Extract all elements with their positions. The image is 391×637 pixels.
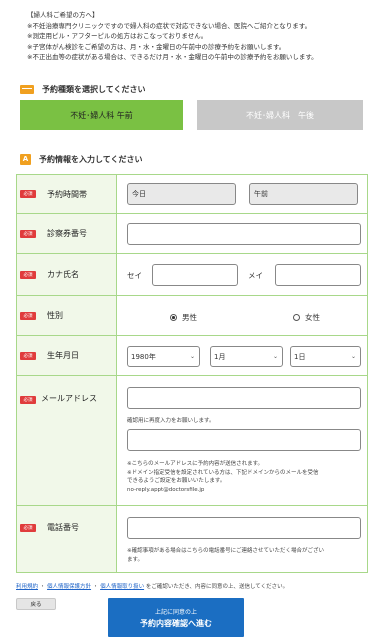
required-badge: 必須 <box>20 190 36 198</box>
row-cell: 男性 女性 <box>117 296 367 335</box>
birth-month-select[interactable]: 1月 ⌄ <box>210 346 283 367</box>
row-card-number: 必須 診察券番号 <box>17 214 367 254</box>
label-birth-date: 生年月日 <box>47 351 79 360</box>
separator: ・ <box>39 584 46 590</box>
gender-female-radio[interactable]: 女性 <box>293 312 320 323</box>
row-cell: 1980年 ⌄ 1月 ⌄ 1日 ⌄ <box>117 336 367 375</box>
birth-day-value: 1日 <box>294 352 306 361</box>
gender-male-radio[interactable]: 男性 <box>170 312 197 323</box>
row-gender: 必須 性別 男性 女性 <box>17 296 367 336</box>
row-birth-date: 必須 生年月日 1980年 ⌄ 1月 ⌄ 1日 ⌄ <box>17 336 367 376</box>
row-cell: 今日 午前 <box>117 175 367 213</box>
notice-heading: 【婦人科ご希望の方へ】 <box>27 11 99 19</box>
privacy-policy-link[interactable]: 個人情報保護方針 <box>47 584 91 590</box>
phone-note-line: ます。 <box>127 556 143 563</box>
submit-button[interactable]: 上記に同意の上 予約内容確認へ進む <box>108 598 244 637</box>
chevron-down-icon: ⌄ <box>189 353 195 360</box>
privacy-handling-link[interactable]: 個人情報取り扱い <box>100 584 144 590</box>
phone-input[interactable] <box>127 517 361 539</box>
row-cell: ※確認事項がある場合はこちらの電話番号にご連絡させていただく場合がござい ます。 <box>117 506 367 572</box>
chevron-down-icon: ⌄ <box>272 353 278 360</box>
row-kana-name: 必須 カナ氏名 セイ メイ <box>17 254 367 296</box>
notice-line: ※測定用ピル・アフターピルの処方はおこなっておりません。 <box>27 32 208 40</box>
row-label: 必須 生年月日 <box>17 336 117 375</box>
mei-input[interactable] <box>275 264 361 286</box>
required-badge: 必須 <box>20 311 36 320</box>
radio-empty-icon <box>293 314 300 321</box>
row-label: 必須 性別 <box>17 296 117 335</box>
row-label: 必須 電話番号 <box>17 506 117 572</box>
date-readonly: 今日 <box>127 183 236 205</box>
email-input[interactable] <box>127 387 361 409</box>
row-cell: 確認用に再度入力をお願いします。 ※こちらのメールアドレスに予約内容が送信されま… <box>117 376 367 505</box>
type-button-afternoon[interactable]: 不妊･婦人科 午後 <box>197 100 363 130</box>
notice-line: ※不正出血等の症状がある場合は、できるだけ月・水・金曜日の午前中の診療予約をお願… <box>27 53 318 61</box>
consent-text: 利用規約 ・ 個人情報保護方針 ・ 個人情報取り扱い をご確認いただき、内容に同… <box>16 582 288 590</box>
type-button-morning[interactable]: 不妊･婦人科 午前 <box>20 100 183 130</box>
required-badge: 必須 <box>20 270 36 279</box>
email-note-line: ※こちらのメールアドレスに予約内容が送信されます。 <box>127 461 264 467</box>
email-note-line: ※ドメイン指定受信を設定されている方は、下記ドメインからのメールを受信 <box>127 469 319 476</box>
row-label: 必須 カナ氏名 <box>17 254 117 295</box>
row-label: 必須 診察券番号 <box>17 214 117 253</box>
label-phone: 電話番号 <box>47 523 79 532</box>
section-title: 予約種類を選択してください <box>42 84 146 94</box>
letter-a-icon: A <box>20 153 31 165</box>
consent-tail: をご確認いただき、内容に同意の上、送信してください。 <box>145 584 289 590</box>
section-reservation-type: 予約種類を選択してください <box>20 82 146 96</box>
email-note-line: できるようご設定をお願いいたします。 <box>127 478 226 484</box>
card-number-input[interactable] <box>127 223 361 245</box>
label-email: メールアドレス <box>41 394 97 403</box>
row-time-slot: 必須 予約時間帯 今日 午前 <box>17 175 367 214</box>
required-badge: 必須 <box>20 524 36 532</box>
label-kana-name: カナ氏名 <box>47 270 79 279</box>
section-reservation-info: A 予約情報を入力してください <box>20 152 143 166</box>
row-label: 必須 予約時間帯 <box>17 175 117 213</box>
reservation-form: 必須 予約時間帯 今日 午前 必須 診察券番号 必須 カナ氏名 セイ メイ 必須… <box>16 174 368 573</box>
terms-link[interactable]: 利用規約 <box>16 584 38 590</box>
card-icon <box>20 84 34 94</box>
label-card-number: 診察券番号 <box>47 229 87 238</box>
email-note-line: no-reply.appt@doctorsfile.jp <box>127 486 205 493</box>
row-cell <box>117 214 367 253</box>
label-gender: 性別 <box>47 311 63 320</box>
row-phone: 必須 電話番号 ※確認事項がある場合はこちらの電話番号にご連絡させていただく場合… <box>17 506 367 572</box>
row-email: 必須 メールアドレス 確認用に再度入力をお願いします。 ※こちらのメールアドレス… <box>17 376 367 506</box>
label-time-slot: 予約時間帯 <box>47 189 87 199</box>
email-confirm-note: 確認用に再度入力をお願いします。 <box>127 418 215 424</box>
separator: ・ <box>92 584 99 590</box>
notice-block: 【婦人科ご希望の方へ】 ※不妊治療専門クリニックですので婦人科の症状で対応できな… <box>27 10 382 63</box>
radio-selected-icon <box>170 314 177 321</box>
notice-line: ※不妊治療専門クリニックですので婦人科の症状で対応できない場合、医院へご紹介とな… <box>27 21 312 30</box>
chevron-down-icon: ⌄ <box>350 353 356 360</box>
phone-notes: ※確認事項がある場合はこちらの電話番号にご連絡させていただく場合がござい ます。 <box>127 547 367 564</box>
birth-day-select[interactable]: 1日 ⌄ <box>290 346 361 367</box>
email-notes: ※こちらのメールアドレスに予約内容が送信されます。 ※ドメイン指定受信を設定され… <box>127 460 367 494</box>
birth-year-select[interactable]: 1980年 ⌄ <box>127 346 200 367</box>
mei-label: メイ <box>248 271 263 280</box>
section-title: 予約情報を入力してください <box>39 154 143 164</box>
required-badge: 必須 <box>20 229 36 238</box>
required-badge: 必須 <box>20 396 36 404</box>
birth-year-value: 1980年 <box>131 352 156 361</box>
email-confirm-input[interactable] <box>127 429 361 451</box>
submit-line1: 上記に同意の上 <box>154 608 197 616</box>
gender-female-label: 女性 <box>305 313 320 322</box>
gender-male-label: 男性 <box>182 313 197 322</box>
row-cell: セイ メイ <box>117 254 367 295</box>
required-badge: 必須 <box>20 351 36 360</box>
phone-note-line: ※確認事項がある場合はこちらの電話番号にご連絡させていただく場合がござい <box>127 548 325 554</box>
notice-line: ※子宮体がん検診をご希望の方は、月・水・金曜日の午前中の診療予約をお願いします。 <box>27 42 286 51</box>
slot-readonly: 午前 <box>249 183 358 205</box>
back-button[interactable]: 戻る <box>16 598 56 610</box>
sei-input[interactable] <box>152 264 238 286</box>
sei-label: セイ <box>127 271 142 280</box>
birth-month-value: 1月 <box>214 352 226 361</box>
submit-line2: 予約内容確認へ進む <box>140 618 212 628</box>
row-label: 必須 メールアドレス <box>17 376 117 505</box>
